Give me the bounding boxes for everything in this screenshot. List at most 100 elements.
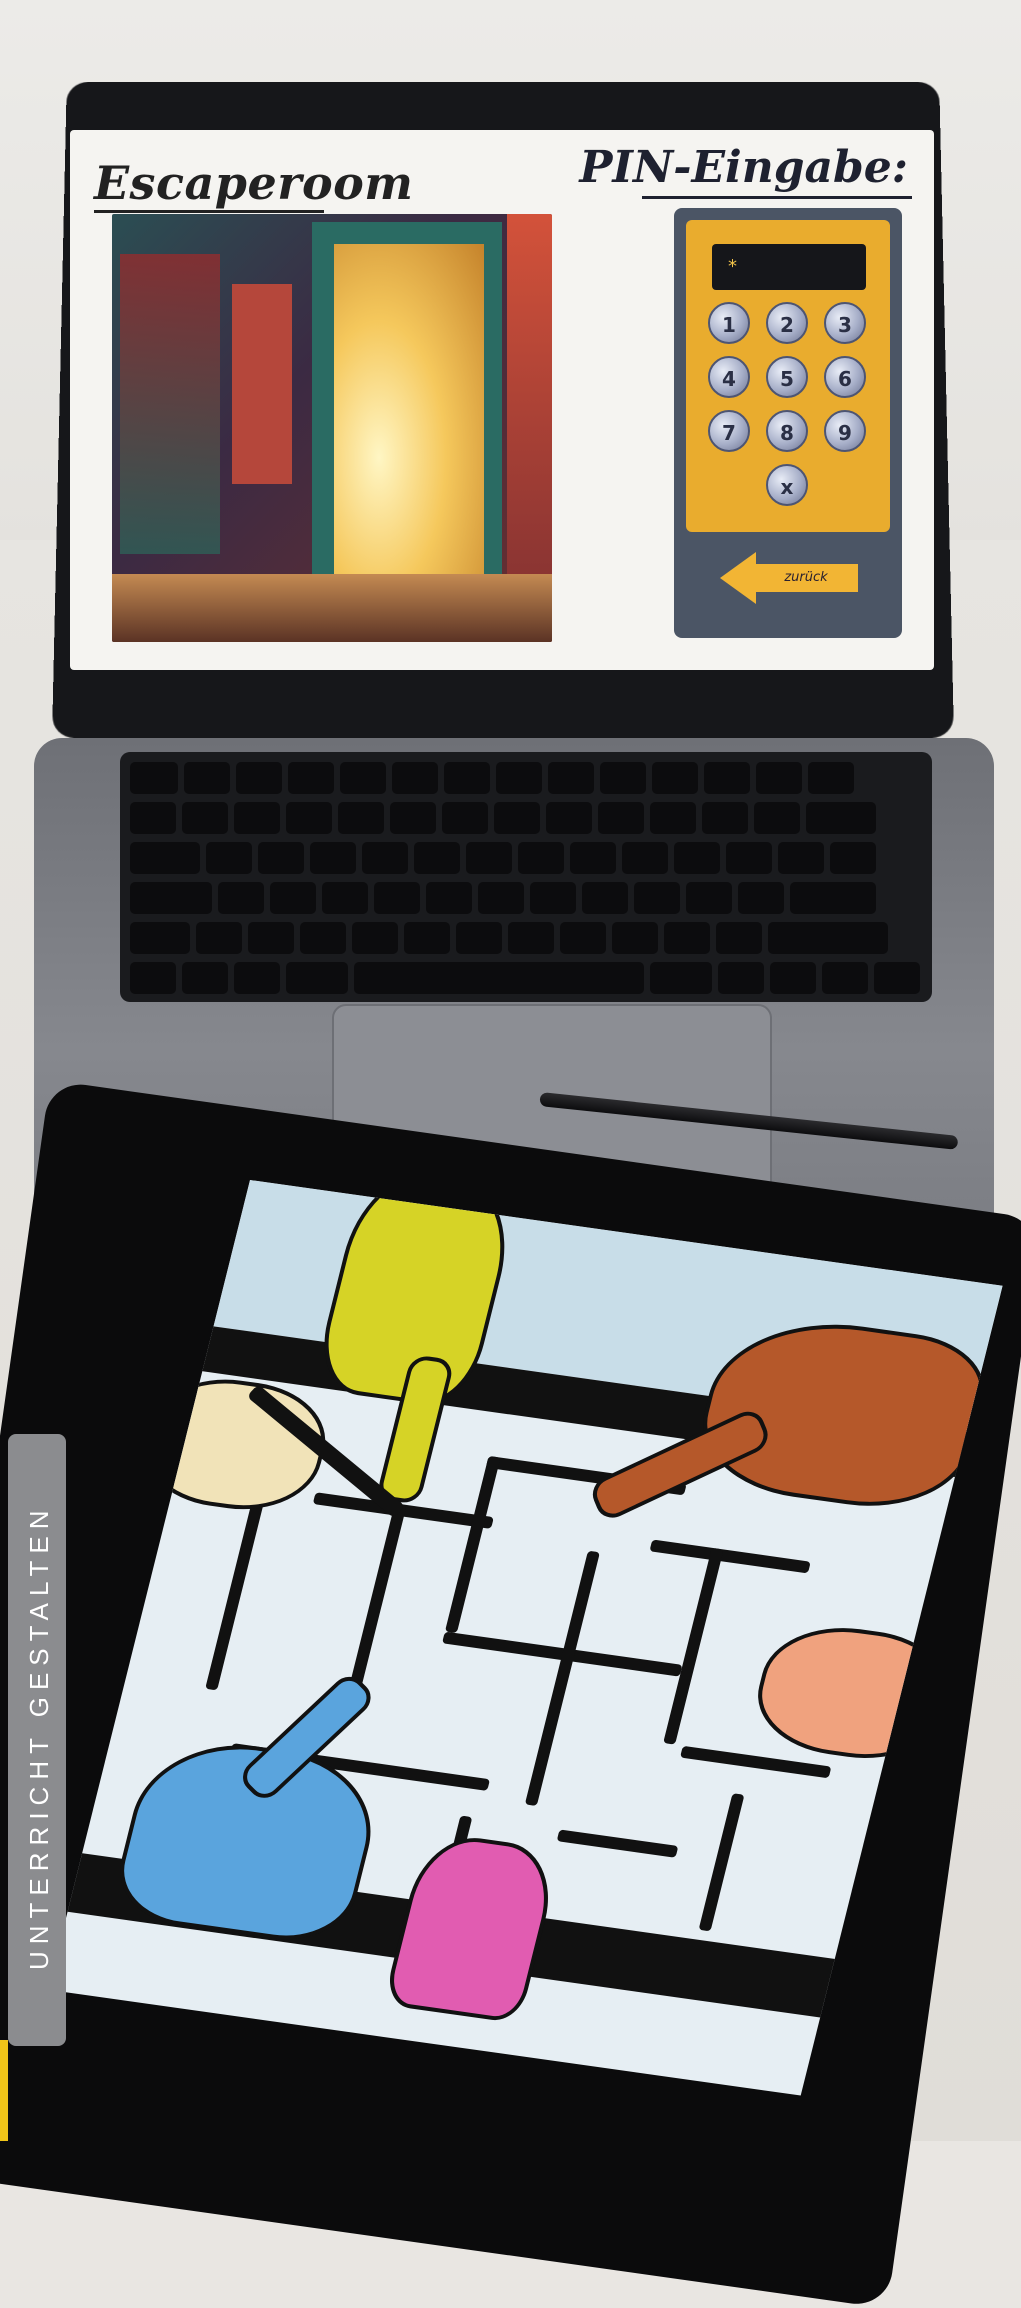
keyboard-key[interactable] xyxy=(570,842,616,874)
key-8[interactable]: 8 xyxy=(766,410,808,452)
keyboard-key[interactable] xyxy=(340,762,386,794)
keyboard-key[interactable] xyxy=(374,882,420,914)
keyboard-key[interactable] xyxy=(598,802,644,834)
keyboard-key[interactable] xyxy=(130,802,176,834)
key-4[interactable]: 4 xyxy=(708,356,750,398)
keyboard-key[interactable] xyxy=(130,762,178,794)
keyboard-key[interactable] xyxy=(778,842,824,874)
keyboard-key[interactable] xyxy=(478,882,524,914)
scene-shelf xyxy=(120,254,220,554)
keyboard-key[interactable] xyxy=(354,962,644,994)
keyboard-key[interactable] xyxy=(362,842,408,874)
keyboard-key[interactable] xyxy=(634,882,680,914)
keyboard-key[interactable] xyxy=(790,882,876,914)
key-9[interactable]: 9 xyxy=(824,410,866,452)
keyboard-key[interactable] xyxy=(466,842,512,874)
keyboard-key[interactable] xyxy=(622,842,668,874)
keyboard-key[interactable] xyxy=(206,842,252,874)
side-label-text: UNTERRICHT GESTALTEN xyxy=(24,1503,54,1970)
keyboard-key[interactable] xyxy=(286,962,348,994)
keyboard-key[interactable] xyxy=(808,762,854,794)
keyboard-key[interactable] xyxy=(456,922,502,954)
keyboard-key[interactable] xyxy=(404,922,450,954)
key-2[interactable]: 2 xyxy=(766,302,808,344)
keyboard-key[interactable] xyxy=(258,842,304,874)
keyboard-key[interactable] xyxy=(182,802,228,834)
keyboard-key[interactable] xyxy=(650,962,712,994)
keyboard-key[interactable] xyxy=(650,802,696,834)
keyboard-key[interactable] xyxy=(270,882,316,914)
keyboard-key[interactable] xyxy=(310,842,356,874)
keyboard-key[interactable] xyxy=(874,962,920,994)
keyboard-key[interactable] xyxy=(664,922,710,954)
keyboard-key[interactable] xyxy=(300,922,346,954)
keyboard-key[interactable] xyxy=(704,762,750,794)
keyboard-key[interactable] xyxy=(184,762,230,794)
maze-wall xyxy=(649,1539,811,1574)
keyboard-key[interactable] xyxy=(130,882,212,914)
key-1[interactable]: 1 xyxy=(708,302,750,344)
keyboard-key[interactable] xyxy=(686,882,732,914)
keyboard-key[interactable] xyxy=(196,922,242,954)
keyboard-key[interactable] xyxy=(234,802,280,834)
keyboard-key[interactable] xyxy=(322,882,368,914)
keyboard-key[interactable] xyxy=(414,842,460,874)
keyboard-key[interactable] xyxy=(702,802,748,834)
keyboard-key[interactable] xyxy=(652,762,698,794)
keyboard-key[interactable] xyxy=(830,842,876,874)
key-6[interactable]: 6 xyxy=(824,356,866,398)
keyboard-key[interactable] xyxy=(338,802,384,834)
keyboard-key[interactable] xyxy=(426,882,472,914)
maze-wall xyxy=(444,1455,501,1634)
keyboard-key[interactable] xyxy=(234,962,280,994)
keyboard-key[interactable] xyxy=(738,882,784,914)
keyboard-key[interactable] xyxy=(600,762,646,794)
keyboard-key[interactable] xyxy=(218,882,264,914)
keyboard-key[interactable] xyxy=(508,922,554,954)
keyboard-key[interactable] xyxy=(822,962,868,994)
key-7[interactable]: 7 xyxy=(708,410,750,452)
keyboard-key[interactable] xyxy=(806,802,876,834)
key-clear[interactable]: x xyxy=(766,464,808,506)
keypad-body: * 1 2 3 4 5 6 7 8 9 x xyxy=(686,220,890,532)
keyboard-key[interactable] xyxy=(518,842,564,874)
keyboard-key[interactable] xyxy=(530,882,576,914)
back-button[interactable]: zurück xyxy=(720,552,858,604)
back-arrow-icon xyxy=(720,552,756,604)
maze-wall xyxy=(698,1793,745,1932)
keyboard-key[interactable] xyxy=(548,762,594,794)
keyboard-key[interactable] xyxy=(392,762,438,794)
keyboard-key[interactable] xyxy=(130,922,190,954)
keyboard-key[interactable] xyxy=(754,802,800,834)
keyboard-key[interactable] xyxy=(352,922,398,954)
keyboard-key[interactable] xyxy=(546,802,592,834)
keyboard-key[interactable] xyxy=(716,922,762,954)
keyboard-key[interactable] xyxy=(248,922,294,954)
keyboard-key[interactable] xyxy=(130,842,200,874)
keyboard-key[interactable] xyxy=(756,762,802,794)
keyboard-key[interactable] xyxy=(288,762,334,794)
keyboard-key[interactable] xyxy=(496,762,542,794)
keyboard-key[interactable] xyxy=(560,922,606,954)
keyboard-key[interactable] xyxy=(130,962,176,994)
keyboard-key[interactable] xyxy=(770,962,816,994)
keyboard-key[interactable] xyxy=(768,922,888,954)
keyboard-key[interactable] xyxy=(182,962,228,994)
keyboard-key[interactable] xyxy=(442,802,488,834)
back-button-label: zurück xyxy=(754,564,858,592)
keyboard-key[interactable] xyxy=(236,762,282,794)
keyboard-key[interactable] xyxy=(718,962,764,994)
keyboard-key[interactable] xyxy=(674,842,720,874)
key-5[interactable]: 5 xyxy=(766,356,808,398)
keyboard-key[interactable] xyxy=(726,842,772,874)
key-3[interactable]: 3 xyxy=(824,302,866,344)
keyboard-key[interactable] xyxy=(390,802,436,834)
maze-wall xyxy=(556,1829,679,1858)
keyboard-key[interactable] xyxy=(612,922,658,954)
pin-keypad: * 1 2 3 4 5 6 7 8 9 x zurück xyxy=(674,208,902,638)
keyboard-key[interactable] xyxy=(444,762,490,794)
keyboard-row-home xyxy=(130,882,882,916)
keyboard-key[interactable] xyxy=(494,802,540,834)
keyboard-key[interactable] xyxy=(582,882,628,914)
keyboard-key[interactable] xyxy=(286,802,332,834)
